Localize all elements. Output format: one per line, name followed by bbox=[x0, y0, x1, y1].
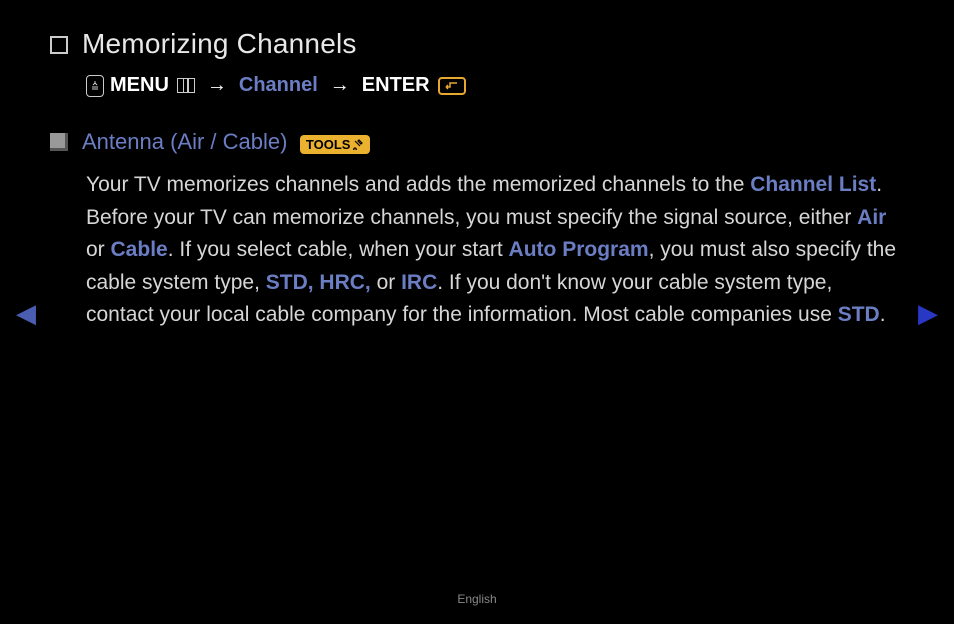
hl-irc: IRC bbox=[401, 271, 437, 294]
arrow-right-icon: → bbox=[201, 74, 233, 97]
hl-air: Air bbox=[857, 206, 886, 229]
tools-label: TOOLS bbox=[306, 137, 351, 152]
next-page-arrow[interactable]: ▶ bbox=[918, 298, 938, 329]
body-paragraph: Your TV memorizes channels and adds the … bbox=[86, 169, 904, 332]
tools-icon bbox=[353, 139, 364, 150]
section-heading: Antenna (Air / Cable) bbox=[82, 129, 287, 154]
page-title: Memorizing Channels bbox=[82, 28, 357, 60]
hl-channel-list: Channel List bbox=[750, 173, 876, 196]
remote-icon bbox=[86, 75, 104, 97]
hl-std-hrc: STD, HRC, bbox=[266, 271, 371, 294]
menu-path: MENU → Channel → ENTER bbox=[86, 74, 904, 97]
section-heading-row: Antenna (Air / Cable) TOOLS bbox=[50, 129, 904, 155]
channel-label: Channel bbox=[239, 74, 318, 97]
square-bullet-icon bbox=[50, 133, 68, 151]
bookmark-icon bbox=[50, 36, 68, 54]
menu-grid-icon bbox=[177, 78, 195, 93]
hl-cable: Cable bbox=[111, 238, 168, 261]
enter-icon bbox=[438, 77, 466, 95]
title-row: Memorizing Channels bbox=[50, 28, 904, 60]
hl-std: STD bbox=[838, 303, 880, 326]
hl-auto-program: Auto Program bbox=[509, 238, 649, 261]
tools-badge: TOOLS bbox=[300, 135, 371, 154]
footer-language: English bbox=[0, 592, 954, 606]
enter-label: ENTER bbox=[362, 74, 430, 97]
menu-label: MENU bbox=[110, 74, 169, 97]
prev-page-arrow[interactable]: ◀ bbox=[16, 298, 36, 329]
arrow-right-icon: → bbox=[324, 74, 356, 97]
